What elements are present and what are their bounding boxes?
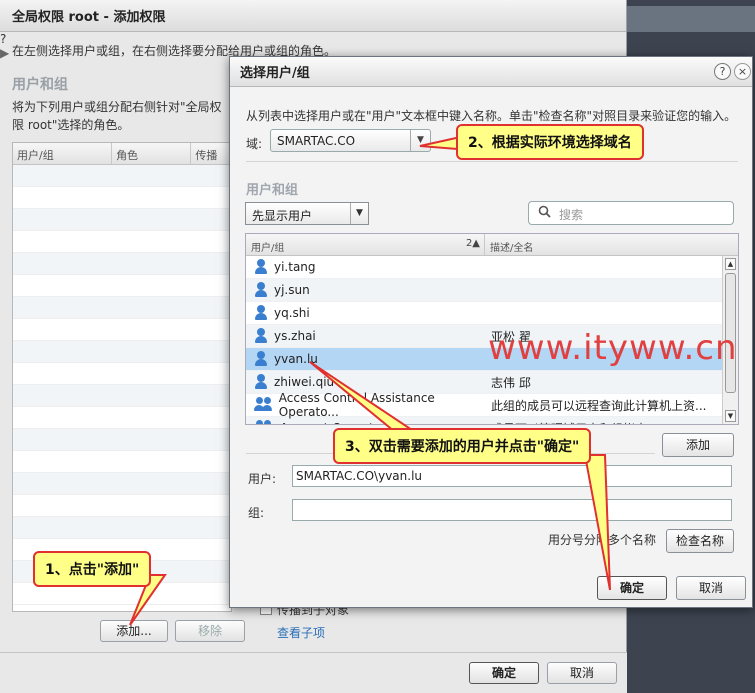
callout-2-text: 2、根据实际环境选择域名 bbox=[468, 135, 632, 151]
show-filter-select[interactable]: 先显示用户 ▼ bbox=[245, 202, 369, 225]
col-user-label: 用户/组 bbox=[251, 243, 285, 254]
user-value: SMARTAC.CO\yvan.lu bbox=[296, 469, 423, 483]
dialog-title: 全局权限 root - 添加权限 bbox=[0, 0, 626, 32]
domain-label: 域: bbox=[246, 137, 263, 151]
group-icon bbox=[254, 397, 273, 413]
row-name-cell: Access Control Assistance Operato... bbox=[246, 391, 485, 419]
cancel-button[interactable]: 取消 bbox=[676, 576, 746, 600]
row-name: Account Operators bbox=[280, 421, 392, 424]
assigned-users-table[interactable]: 用户/组 角色 传播 bbox=[12, 142, 232, 612]
col-role[interactable]: 角色 bbox=[112, 143, 192, 164]
watermark: www.ityww.cn bbox=[488, 328, 738, 368]
user-label: 用户: bbox=[248, 472, 277, 486]
show-filter-value: 先显示用户 bbox=[252, 209, 313, 223]
ok-button[interactable]: 确定 bbox=[597, 576, 667, 600]
callout-1: 1、点击"添加" bbox=[33, 551, 152, 587]
row-name-cell: yvan.lu bbox=[246, 351, 485, 367]
close-icon[interactable]: × bbox=[734, 63, 751, 80]
watermark-text: www.ityww.cn bbox=[488, 328, 738, 368]
users-groups-subtitle: 将为下列用户或组分配右侧针对"全局权限 root"选择的角色。 bbox=[12, 100, 222, 132]
search-input[interactable]: 搜索 bbox=[528, 201, 734, 225]
user-icon bbox=[254, 328, 268, 344]
dialog-title-text: 全局权限 root - 添加权限 bbox=[12, 10, 166, 25]
view-children-link[interactable]: 查看子项 bbox=[277, 624, 325, 641]
dialog-footer: 确定 取消 bbox=[0, 652, 627, 693]
group-input[interactable] bbox=[292, 499, 732, 521]
row-name: Access Control Assistance Operato... bbox=[278, 391, 435, 419]
row-name: ys.zhai bbox=[274, 329, 316, 343]
scroll-up-icon[interactable]: ▲ bbox=[725, 258, 736, 270]
group-icon bbox=[254, 420, 274, 424]
user-icon bbox=[254, 351, 268, 367]
users-groups-heading: 用户和组 bbox=[12, 77, 68, 93]
user-icon bbox=[254, 282, 268, 298]
list-row[interactable]: yi.tang bbox=[246, 256, 738, 279]
row-name-cell: yj.sun bbox=[246, 282, 485, 298]
user-icon bbox=[254, 305, 268, 321]
row-name: zhiwei.qiu bbox=[274, 375, 335, 389]
col-description[interactable]: 描述/全名 bbox=[485, 234, 538, 255]
add-button[interactable]: 添加 bbox=[662, 433, 734, 457]
cancel-button[interactable]: 取消 bbox=[547, 662, 617, 684]
row-description: 成员可以管理域用户和组帐户 bbox=[485, 420, 647, 425]
user-icon bbox=[254, 259, 268, 275]
callout-3-text: 3、双击需要添加的用户并点击"确定" bbox=[345, 439, 580, 455]
row-name-cell: yi.tang bbox=[246, 259, 485, 275]
separator-hint: 用分号分隔多个名称 bbox=[548, 533, 657, 547]
help-icon[interactable]: ? bbox=[714, 63, 731, 80]
group-label: 组: bbox=[248, 506, 265, 520]
user-input[interactable]: SMARTAC.CO\yvan.lu bbox=[292, 465, 732, 487]
user-icon bbox=[254, 374, 268, 390]
row-name-cell: yq.shi bbox=[246, 305, 485, 321]
col-propagate[interactable]: 传播 bbox=[191, 143, 231, 164]
domain-value: SMARTAC.CO bbox=[277, 134, 356, 148]
remove-button[interactable]: 移除 bbox=[175, 620, 245, 642]
modal-title-text: 选择用户/组 bbox=[240, 66, 310, 81]
divider bbox=[246, 161, 738, 162]
callout-3: 3、双击需要添加的用户并点击"确定" bbox=[333, 428, 592, 464]
list-row[interactable]: yj.sun bbox=[246, 279, 738, 302]
search-icon bbox=[538, 205, 551, 222]
list-row[interactable]: Access Control Assistance Operato... 此组的成… bbox=[246, 391, 738, 419]
modal-title: 选择用户/组 bbox=[230, 57, 752, 87]
row-description: 志伟 邱 bbox=[491, 375, 531, 390]
col-user[interactable]: 用户/组 bbox=[13, 143, 113, 164]
list-row[interactable]: yq.shi bbox=[246, 302, 738, 325]
background-bar bbox=[625, 6, 755, 32]
table-rows bbox=[13, 165, 231, 605]
modal-description: 从列表中选择用户或在"用户"文本框中键入名称。单击"检查名称"对照目录来验证您的… bbox=[246, 109, 737, 123]
row-name-cell: zhiwei.qiu bbox=[246, 374, 485, 390]
search-placeholder: 搜索 bbox=[559, 208, 584, 222]
users-groups-heading: 用户和组 bbox=[246, 183, 299, 198]
callout-2: 2、根据实际环境选择域名 bbox=[456, 124, 644, 160]
chevron-down-icon[interactable]: ▼ bbox=[410, 130, 430, 151]
row-name-cell: Account Operators bbox=[246, 420, 485, 424]
scroll-down-icon[interactable]: ▼ bbox=[725, 410, 736, 422]
domain-select[interactable]: SMARTAC.CO ▼ bbox=[270, 129, 431, 152]
row-name-cell: ys.zhai bbox=[246, 328, 485, 344]
chevron-down-icon[interactable]: ▼ bbox=[350, 203, 368, 224]
sort-indicator: 2▲ bbox=[465, 238, 480, 249]
row-name: yi.tang bbox=[274, 260, 316, 274]
check-names-button[interactable]: 检查名称 bbox=[666, 529, 734, 553]
add-button[interactable]: 添加... bbox=[100, 620, 168, 642]
col-user-group[interactable]: 用户/组 2▲ bbox=[246, 234, 485, 255]
ok-button[interactable]: 确定 bbox=[469, 662, 539, 684]
callout-1-text: 1、点击"添加" bbox=[45, 562, 140, 578]
row-name: yj.sun bbox=[274, 283, 310, 297]
row-description: 此组的成员可以远程查询此计算机上资... bbox=[491, 398, 707, 413]
row-name: yq.shi bbox=[274, 306, 310, 320]
row-name: yvan.lu bbox=[274, 352, 318, 366]
